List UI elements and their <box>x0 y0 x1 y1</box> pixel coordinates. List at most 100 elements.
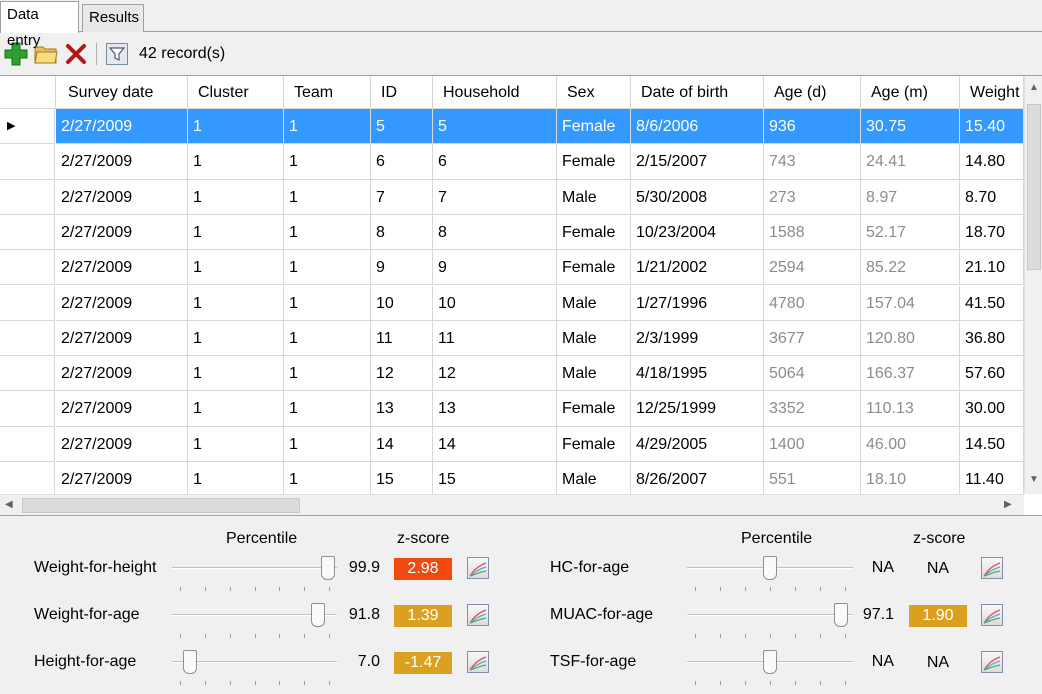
horizontal-scrollbar[interactable]: ◀ ▶ <box>0 494 1024 515</box>
cell-cluster[interactable]: 1 <box>188 320 284 357</box>
slider-knob-height-for-age[interactable] <box>182 650 197 674</box>
cell-age-months[interactable]: 85.22 <box>861 250 960 286</box>
cell-cluster[interactable]: 1 <box>188 426 284 462</box>
filter-button[interactable] <box>103 40 131 68</box>
column-header-age-days[interactable]: Age (d) <box>764 76 861 109</box>
cell-sex[interactable]: Male <box>557 285 631 321</box>
cell-age-days[interactable]: 743 <box>764 144 861 180</box>
growth-chart-button-tsf-for-age[interactable] <box>981 651 1003 673</box>
table-row[interactable]: 2/27/2009 1 1 8 8 Female 10/23/2004 1588 52.17 18… <box>0 214 1024 251</box>
cell-sex[interactable]: Female <box>557 391 631 427</box>
cell-survey-date[interactable]: 2/27/2009 <box>56 462 188 498</box>
cell-household[interactable]: 14 <box>433 426 557 462</box>
cell-age-days[interactable]: 551 <box>764 462 861 498</box>
row-header[interactable] <box>0 214 55 251</box>
cell-survey-date[interactable]: 2/27/2009 <box>56 391 188 427</box>
cell-team[interactable]: 1 <box>284 144 371 180</box>
row-header[interactable] <box>0 144 55 180</box>
vertical-scroll-thumb[interactable] <box>1027 104 1041 270</box>
cell-age-months[interactable]: 30.75 <box>861 109 960 145</box>
table-row[interactable]: 2/27/2009 1 1 12 12 Male 4/18/1995 5064 166.37 57… <box>0 356 1024 392</box>
cell-team[interactable]: 1 <box>284 214 371 251</box>
cell-age-months[interactable]: 46.00 <box>861 426 960 462</box>
cell-id[interactable]: 12 <box>371 356 433 392</box>
row-header[interactable] <box>0 250 55 286</box>
vertical-scrollbar[interactable]: ▲ ▼ <box>1024 76 1042 494</box>
cell-id[interactable]: 5 <box>371 109 433 145</box>
cell-age-months[interactable]: 18.10 <box>861 462 960 498</box>
cell-age-days[interactable]: 3677 <box>764 320 861 357</box>
table-row[interactable]: 2/27/2009 1 1 11 11 Male 2/3/1999 3677 120.80 36.… <box>0 320 1024 357</box>
cell-team[interactable]: 1 <box>284 179 371 215</box>
cell-id[interactable]: 10 <box>371 285 433 321</box>
cell-survey-date[interactable]: 2/27/2009 <box>56 426 188 462</box>
cell-household[interactable]: 8 <box>433 214 557 251</box>
scroll-up-icon[interactable]: ▲ <box>1029 82 1039 93</box>
delete-record-button[interactable] <box>62 40 90 68</box>
cell-age-months[interactable]: 166.37 <box>861 356 960 392</box>
cell-weight[interactable]: 14.50 <box>960 426 1024 462</box>
cell-id[interactable]: 14 <box>371 426 433 462</box>
cell-cluster[interactable]: 1 <box>188 109 284 145</box>
cell-cluster[interactable]: 1 <box>188 356 284 392</box>
cell-team[interactable]: 1 <box>284 462 371 498</box>
cell-age-days[interactable]: 5064 <box>764 356 861 392</box>
tab-data-entry[interactable]: Data entry <box>0 1 79 49</box>
row-header[interactable] <box>0 356 55 392</box>
cell-id[interactable]: 13 <box>371 391 433 427</box>
column-header-household[interactable]: Household <box>433 76 557 109</box>
column-header-age-months[interactable]: Age (m) <box>861 76 960 109</box>
cell-age-days[interactable]: 4780 <box>764 285 861 321</box>
cell-date-of-birth[interactable]: 12/25/1999 <box>631 391 764 427</box>
scroll-right-icon[interactable]: ▶ <box>1004 499 1012 510</box>
row-header[interactable] <box>0 179 55 215</box>
cell-cluster[interactable]: 1 <box>188 285 284 321</box>
cell-survey-date[interactable]: 2/27/2009 <box>56 250 188 286</box>
table-row[interactable]: 2/27/2009 1 1 9 9 Female 1/21/2002 2594 85.22 21.… <box>0 250 1024 286</box>
scroll-down-icon[interactable]: ▼ <box>1029 474 1039 485</box>
cell-team[interactable]: 1 <box>284 356 371 392</box>
cell-household[interactable]: 10 <box>433 285 557 321</box>
row-header[interactable]: ▶ <box>0 109 55 145</box>
cell-team[interactable]: 1 <box>284 250 371 286</box>
cell-age-months[interactable]: 8.97 <box>861 179 960 215</box>
tab-results[interactable]: Results <box>82 4 144 32</box>
cell-cluster[interactable]: 1 <box>188 250 284 286</box>
cell-id[interactable]: 8 <box>371 214 433 251</box>
cell-survey-date[interactable]: 2/27/2009 <box>56 179 188 215</box>
cell-age-months[interactable]: 52.17 <box>861 214 960 251</box>
cell-sex[interactable]: Female <box>557 214 631 251</box>
cell-weight[interactable]: 11.40 <box>960 462 1024 498</box>
cell-age-months[interactable]: 120.80 <box>861 320 960 357</box>
cell-household[interactable]: 6 <box>433 144 557 180</box>
cell-sex[interactable]: Female <box>557 109 631 145</box>
slider-knob-weight-for-age[interactable] <box>310 603 325 627</box>
cell-household[interactable]: 15 <box>433 462 557 498</box>
cell-age-days[interactable]: 936 <box>764 109 861 145</box>
cell-date-of-birth[interactable]: 2/15/2007 <box>631 144 764 180</box>
column-header-team[interactable]: Team <box>284 76 371 109</box>
cell-sex[interactable]: Male <box>557 462 631 498</box>
cell-sex[interactable]: Male <box>557 320 631 357</box>
table-row[interactable]: 2/27/2009 1 1 14 14 Female 4/29/2005 1400 46.00 1… <box>0 426 1024 462</box>
table-row[interactable]: 2/27/2009 1 1 13 13 Female 12/25/1999 3352 110.1… <box>0 391 1024 427</box>
cell-weight[interactable]: 41.50 <box>960 285 1024 321</box>
row-header[interactable] <box>0 462 55 498</box>
cell-sex[interactable]: Male <box>557 356 631 392</box>
column-header-sex[interactable]: Sex <box>557 76 631 109</box>
slider-knob-tsf-for-age[interactable] <box>763 650 777 674</box>
growth-chart-button-hc-for-age[interactable] <box>981 557 1003 579</box>
cell-household[interactable]: 9 <box>433 250 557 286</box>
growth-chart-button-height-for-age[interactable] <box>467 651 489 673</box>
table-row[interactable]: 2/27/2009 1 1 6 6 Female 2/15/2007 743 24.41 14.8… <box>0 144 1024 180</box>
table-row[interactable]: 2/27/2009 1 1 10 10 Male 1/27/1996 4780 157.04 41… <box>0 285 1024 321</box>
cell-age-days[interactable]: 1588 <box>764 214 861 251</box>
cell-age-months[interactable]: 24.41 <box>861 144 960 180</box>
cell-id[interactable]: 15 <box>371 462 433 498</box>
horizontal-scroll-thumb[interactable] <box>22 498 300 513</box>
cell-weight[interactable]: 14.80 <box>960 144 1024 180</box>
cell-weight[interactable]: 15.40 <box>960 109 1024 145</box>
scroll-left-icon[interactable]: ◀ <box>5 499 13 510</box>
cell-survey-date[interactable]: 2/27/2009 <box>56 109 188 145</box>
cell-age-days[interactable]: 273 <box>764 179 861 215</box>
